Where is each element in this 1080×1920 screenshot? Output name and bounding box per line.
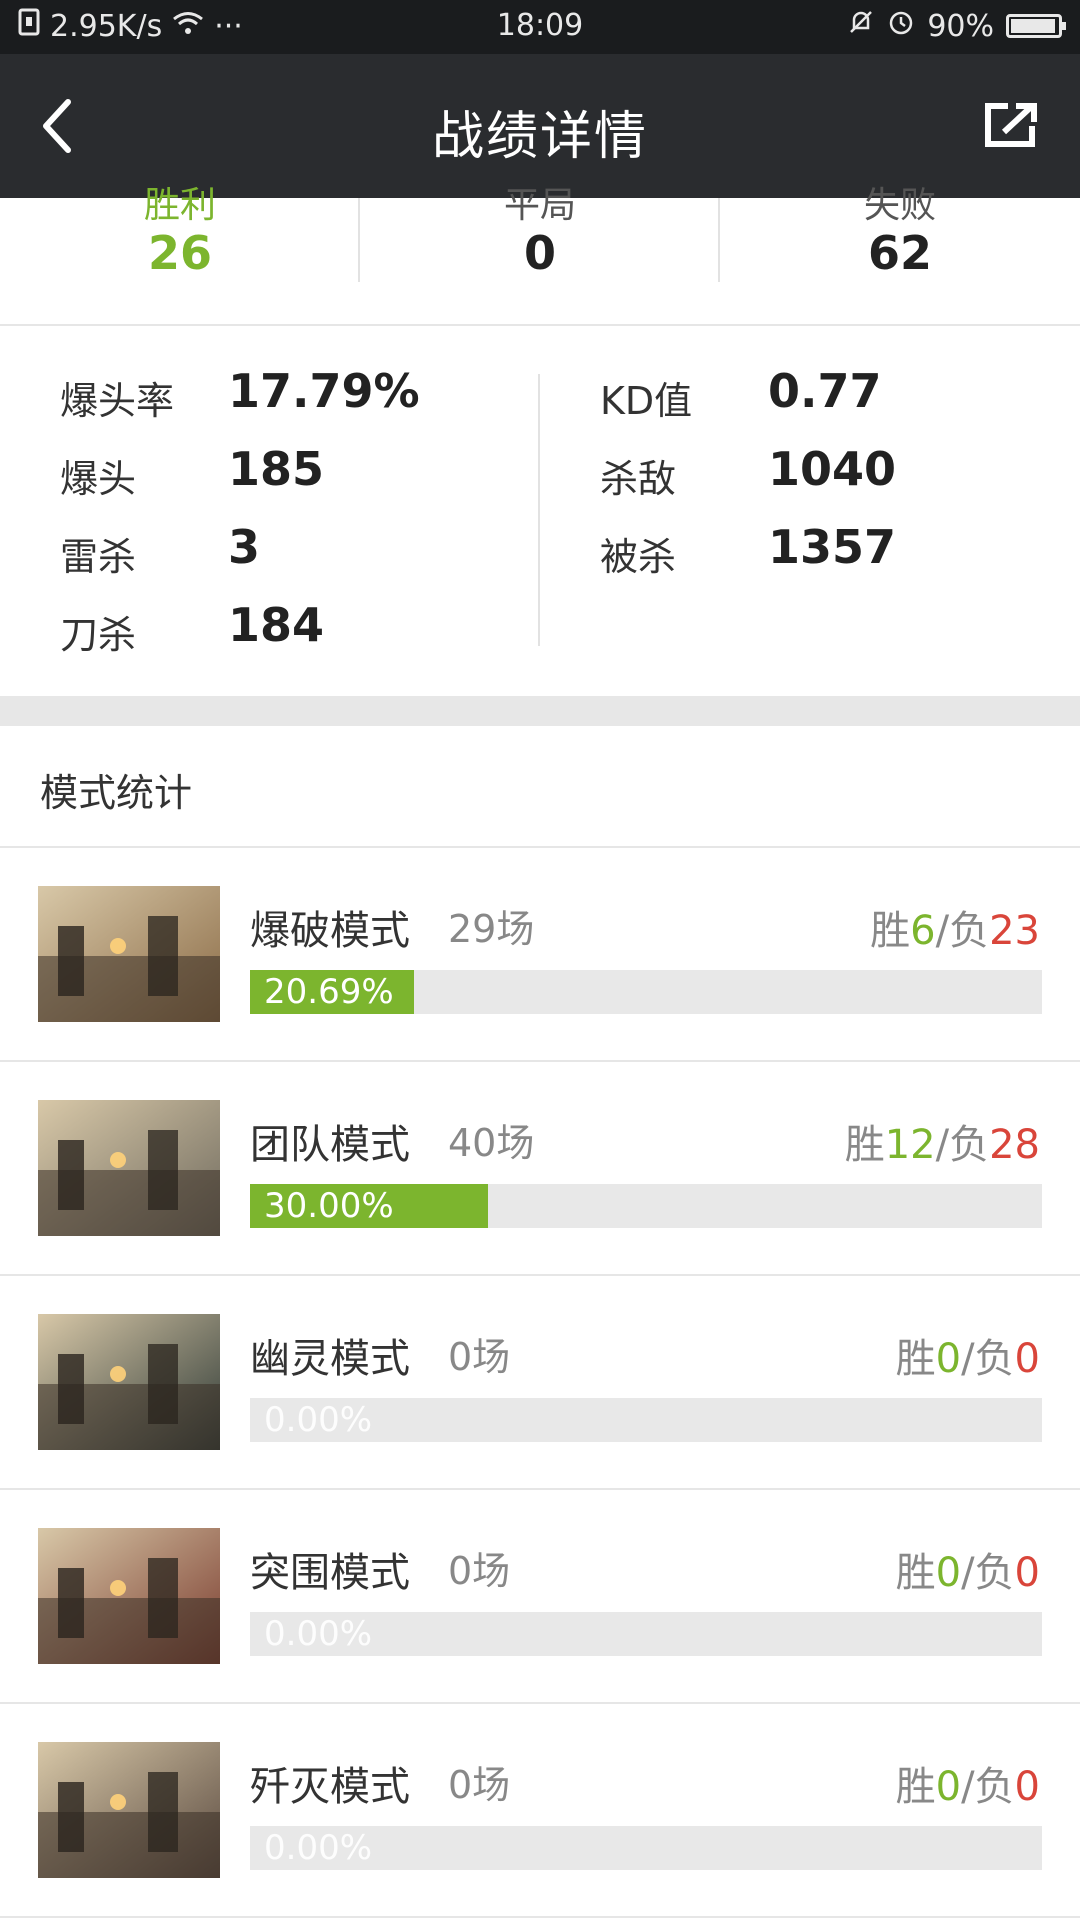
mode-thumbnail [38, 1100, 220, 1236]
summary-value: 26 [147, 226, 212, 280]
mode-thumbnail [38, 1314, 220, 1450]
win-rate-bar: 20.69% [250, 970, 1042, 1014]
result-summary: 胜利 26 平局 0 失败 62 [0, 185, 1080, 326]
mode-row[interactable]: 爆破模式 29场 胜6/负23 20.69% [0, 848, 1080, 1062]
stat-value: 184 [228, 598, 325, 652]
summary-loss: 失败 62 [720, 185, 1080, 324]
mode-name: 爆破模式 [250, 908, 410, 954]
mode-match-count: 0场 [448, 1549, 511, 1593]
stat-value: 17.79% [228, 364, 420, 418]
summary-win: 胜利 26 [0, 185, 360, 324]
alarm-icon [887, 8, 915, 44]
win-prefix: 胜 [895, 1336, 936, 1382]
stat-label: 杀敌 [600, 457, 677, 501]
loss-count: 0 [1014, 1764, 1040, 1810]
mode-record: 胜6/负23 [870, 898, 1040, 956]
win-count: 0 [935, 1336, 962, 1382]
mode-thumbnail [38, 1528, 220, 1664]
share-button[interactable] [982, 100, 1040, 150]
win-rate-bar: 0.00% [250, 1612, 1042, 1656]
loss-prefix: /负 [961, 1336, 1015, 1382]
loss-prefix: /负 [961, 1550, 1015, 1596]
stat-label: 刀杀 [60, 613, 137, 657]
divider [538, 374, 540, 646]
win-rate-label: 0.00% [264, 1400, 373, 1440]
win-rate-bar: 0.00% [250, 1826, 1042, 1870]
mode-record: 胜12/负28 [845, 1112, 1040, 1170]
summary-value: 62 [867, 226, 932, 280]
summary-value: 0 [523, 226, 556, 280]
summary-label: 失败 [863, 185, 936, 226]
mode-thumbnail [38, 886, 220, 1022]
mode-match-count: 40场 [448, 1121, 535, 1165]
stat-label: KD值 [600, 379, 693, 423]
win-rate-label: 0.00% [264, 1828, 373, 1868]
battery-percent: 90% [927, 8, 994, 44]
summary-draw: 平局 0 [360, 185, 720, 324]
battery-icon [1006, 14, 1066, 38]
loss-count: 0 [1014, 1336, 1040, 1382]
mode-match-count: 29场 [448, 907, 535, 951]
section-title: 模式统计 [40, 771, 193, 815]
stat-label: 爆头率 [60, 379, 175, 423]
stat-value: 3 [228, 520, 261, 574]
win-rate-label: 30.00% [264, 1186, 394, 1226]
mode-record: 胜0/负0 [896, 1540, 1040, 1598]
mode-match-count: 0场 [448, 1763, 511, 1807]
mode-name: 歼灭模式 [250, 1764, 410, 1810]
win-count: 6 [910, 908, 936, 954]
stat-value: 1357 [768, 520, 897, 574]
mode-name: 团队模式 [250, 1122, 410, 1168]
bell-muted-icon [847, 8, 875, 44]
section-divider [0, 696, 1080, 726]
win-prefix: 胜 [844, 1122, 885, 1168]
win-count: 0 [935, 1764, 962, 1810]
loss-count: 0 [1014, 1550, 1040, 1596]
status-bar: 2.95K/s ··· 18:09 90% [0, 0, 1080, 54]
win-rate-bar: 30.00% [250, 1184, 1042, 1228]
mode-row[interactable]: 突围模式 0场 胜0/负0 0.00% [0, 1490, 1080, 1704]
loss-prefix: /负 [961, 1764, 1015, 1810]
mode-name: 突围模式 [250, 1550, 410, 1596]
mode-row[interactable]: 团队模式 40场 胜12/负28 30.00% [0, 1062, 1080, 1276]
mode-row[interactable]: 幽灵模式 0场 胜0/负0 0.00% [0, 1276, 1080, 1490]
mode-match-count: 0场 [448, 1335, 511, 1379]
win-rate-label: 0.00% [264, 1614, 373, 1654]
mode-row[interactable]: 歼灭模式 0场 胜0/负0 0.00% [0, 1704, 1080, 1918]
stat-label: 爆头 [60, 457, 137, 501]
mode-record: 胜0/负0 [896, 1326, 1040, 1384]
summary-label: 胜利 [143, 185, 216, 226]
stat-value: 1040 [768, 442, 897, 496]
win-rate-label: 20.69% [264, 972, 394, 1012]
mode-record: 胜0/负0 [896, 1754, 1040, 1812]
stat-label: 雷杀 [60, 535, 137, 579]
stat-value: 0.77 [768, 364, 882, 418]
summary-label: 平局 [503, 185, 576, 226]
stats-panel: 爆头率 17.79% 爆头 185 雷杀 3 刀杀 184 KD值 0.77 杀… [0, 326, 1080, 696]
win-prefix: 胜 [870, 908, 911, 954]
loss-prefix: /负 [935, 1122, 990, 1168]
mode-thumbnail [38, 1742, 220, 1878]
stat-label: 被杀 [600, 535, 677, 579]
loss-count: 23 [989, 908, 1040, 954]
win-prefix: 胜 [895, 1550, 936, 1596]
win-count: 0 [935, 1550, 962, 1596]
page-title: 战绩详情 [431, 107, 648, 167]
loss-prefix: /负 [935, 908, 990, 954]
share-icon [985, 103, 1037, 147]
mode-name: 幽灵模式 [250, 1336, 410, 1382]
loss-count: 28 [989, 1122, 1040, 1168]
win-count: 12 [884, 1122, 936, 1168]
win-rate-bar: 0.00% [250, 1398, 1042, 1442]
stat-value: 185 [228, 442, 325, 496]
win-prefix: 胜 [895, 1764, 936, 1810]
